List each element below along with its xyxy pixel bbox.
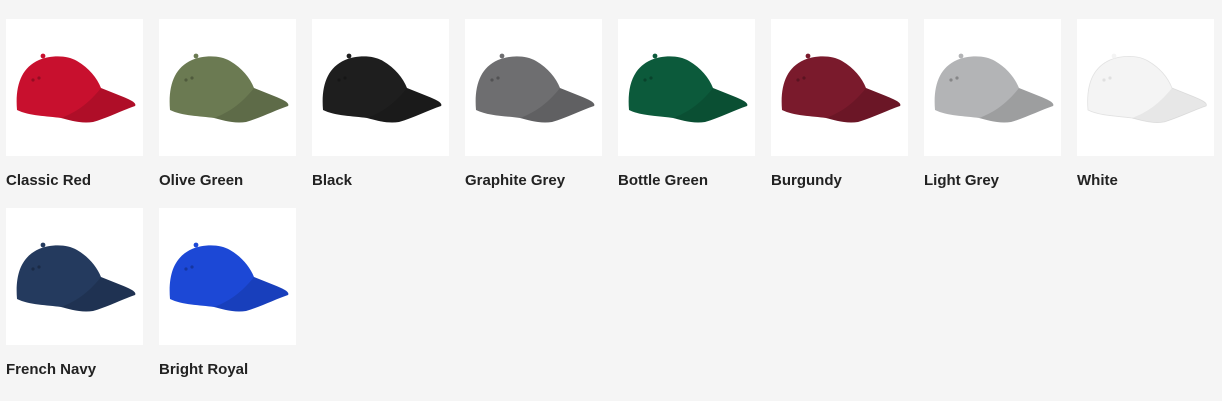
cap-icon <box>934 53 1053 123</box>
cap-icon <box>16 53 135 123</box>
cap-icon <box>475 53 594 123</box>
swatch-label: Burgundy <box>771 172 842 189</box>
cap-icon <box>628 53 747 123</box>
color-swatch-grid: Classic Red Olive Green Black Graphite G… <box>0 0 1222 401</box>
swatch-light-grey[interactable]: Light Grey <box>924 19 1061 190</box>
swatch-burgundy[interactable]: Burgundy <box>771 19 908 190</box>
cap-image <box>924 19 1061 156</box>
swatch-label: Olive Green <box>159 172 244 189</box>
cap-icon <box>169 242 288 312</box>
cap-icon <box>781 53 900 123</box>
cap-icon <box>169 53 288 123</box>
cap-icon <box>16 242 135 312</box>
swatch-label: Classic Red <box>6 172 92 189</box>
swatch-graphite-grey[interactable]: Graphite Grey <box>465 19 602 190</box>
cap-image <box>6 19 143 156</box>
cap-image <box>312 19 449 156</box>
swatch-label: Black <box>312 172 353 189</box>
swatch-label: Bright Royal <box>159 361 249 378</box>
cap-icon <box>322 53 441 123</box>
swatch-label: White <box>1077 172 1118 189</box>
cap-image <box>771 19 908 156</box>
swatch-label: French Navy <box>6 361 97 378</box>
swatch-black[interactable]: Black <box>312 19 449 190</box>
cap-image <box>159 19 296 156</box>
swatch-label: Graphite Grey <box>465 172 566 189</box>
cap-image <box>465 19 602 156</box>
swatch-bottle-green[interactable]: Bottle Green <box>618 19 755 190</box>
swatch-french-navy[interactable]: French Navy <box>6 208 143 379</box>
swatch-olive-green[interactable]: Olive Green <box>159 19 296 190</box>
cap-icon <box>1086 53 1207 123</box>
swatch-label: Bottle Green <box>618 172 709 189</box>
cap-image <box>159 208 296 345</box>
swatch-bright-royal[interactable]: Bright Royal <box>159 208 296 379</box>
cap-image <box>1077 19 1214 156</box>
cap-image <box>6 208 143 345</box>
cap-image <box>618 19 755 156</box>
swatch-white[interactable]: White <box>1077 19 1214 190</box>
swatch-classic-red[interactable]: Classic Red <box>6 19 143 190</box>
swatch-label: Light Grey <box>924 172 1000 189</box>
